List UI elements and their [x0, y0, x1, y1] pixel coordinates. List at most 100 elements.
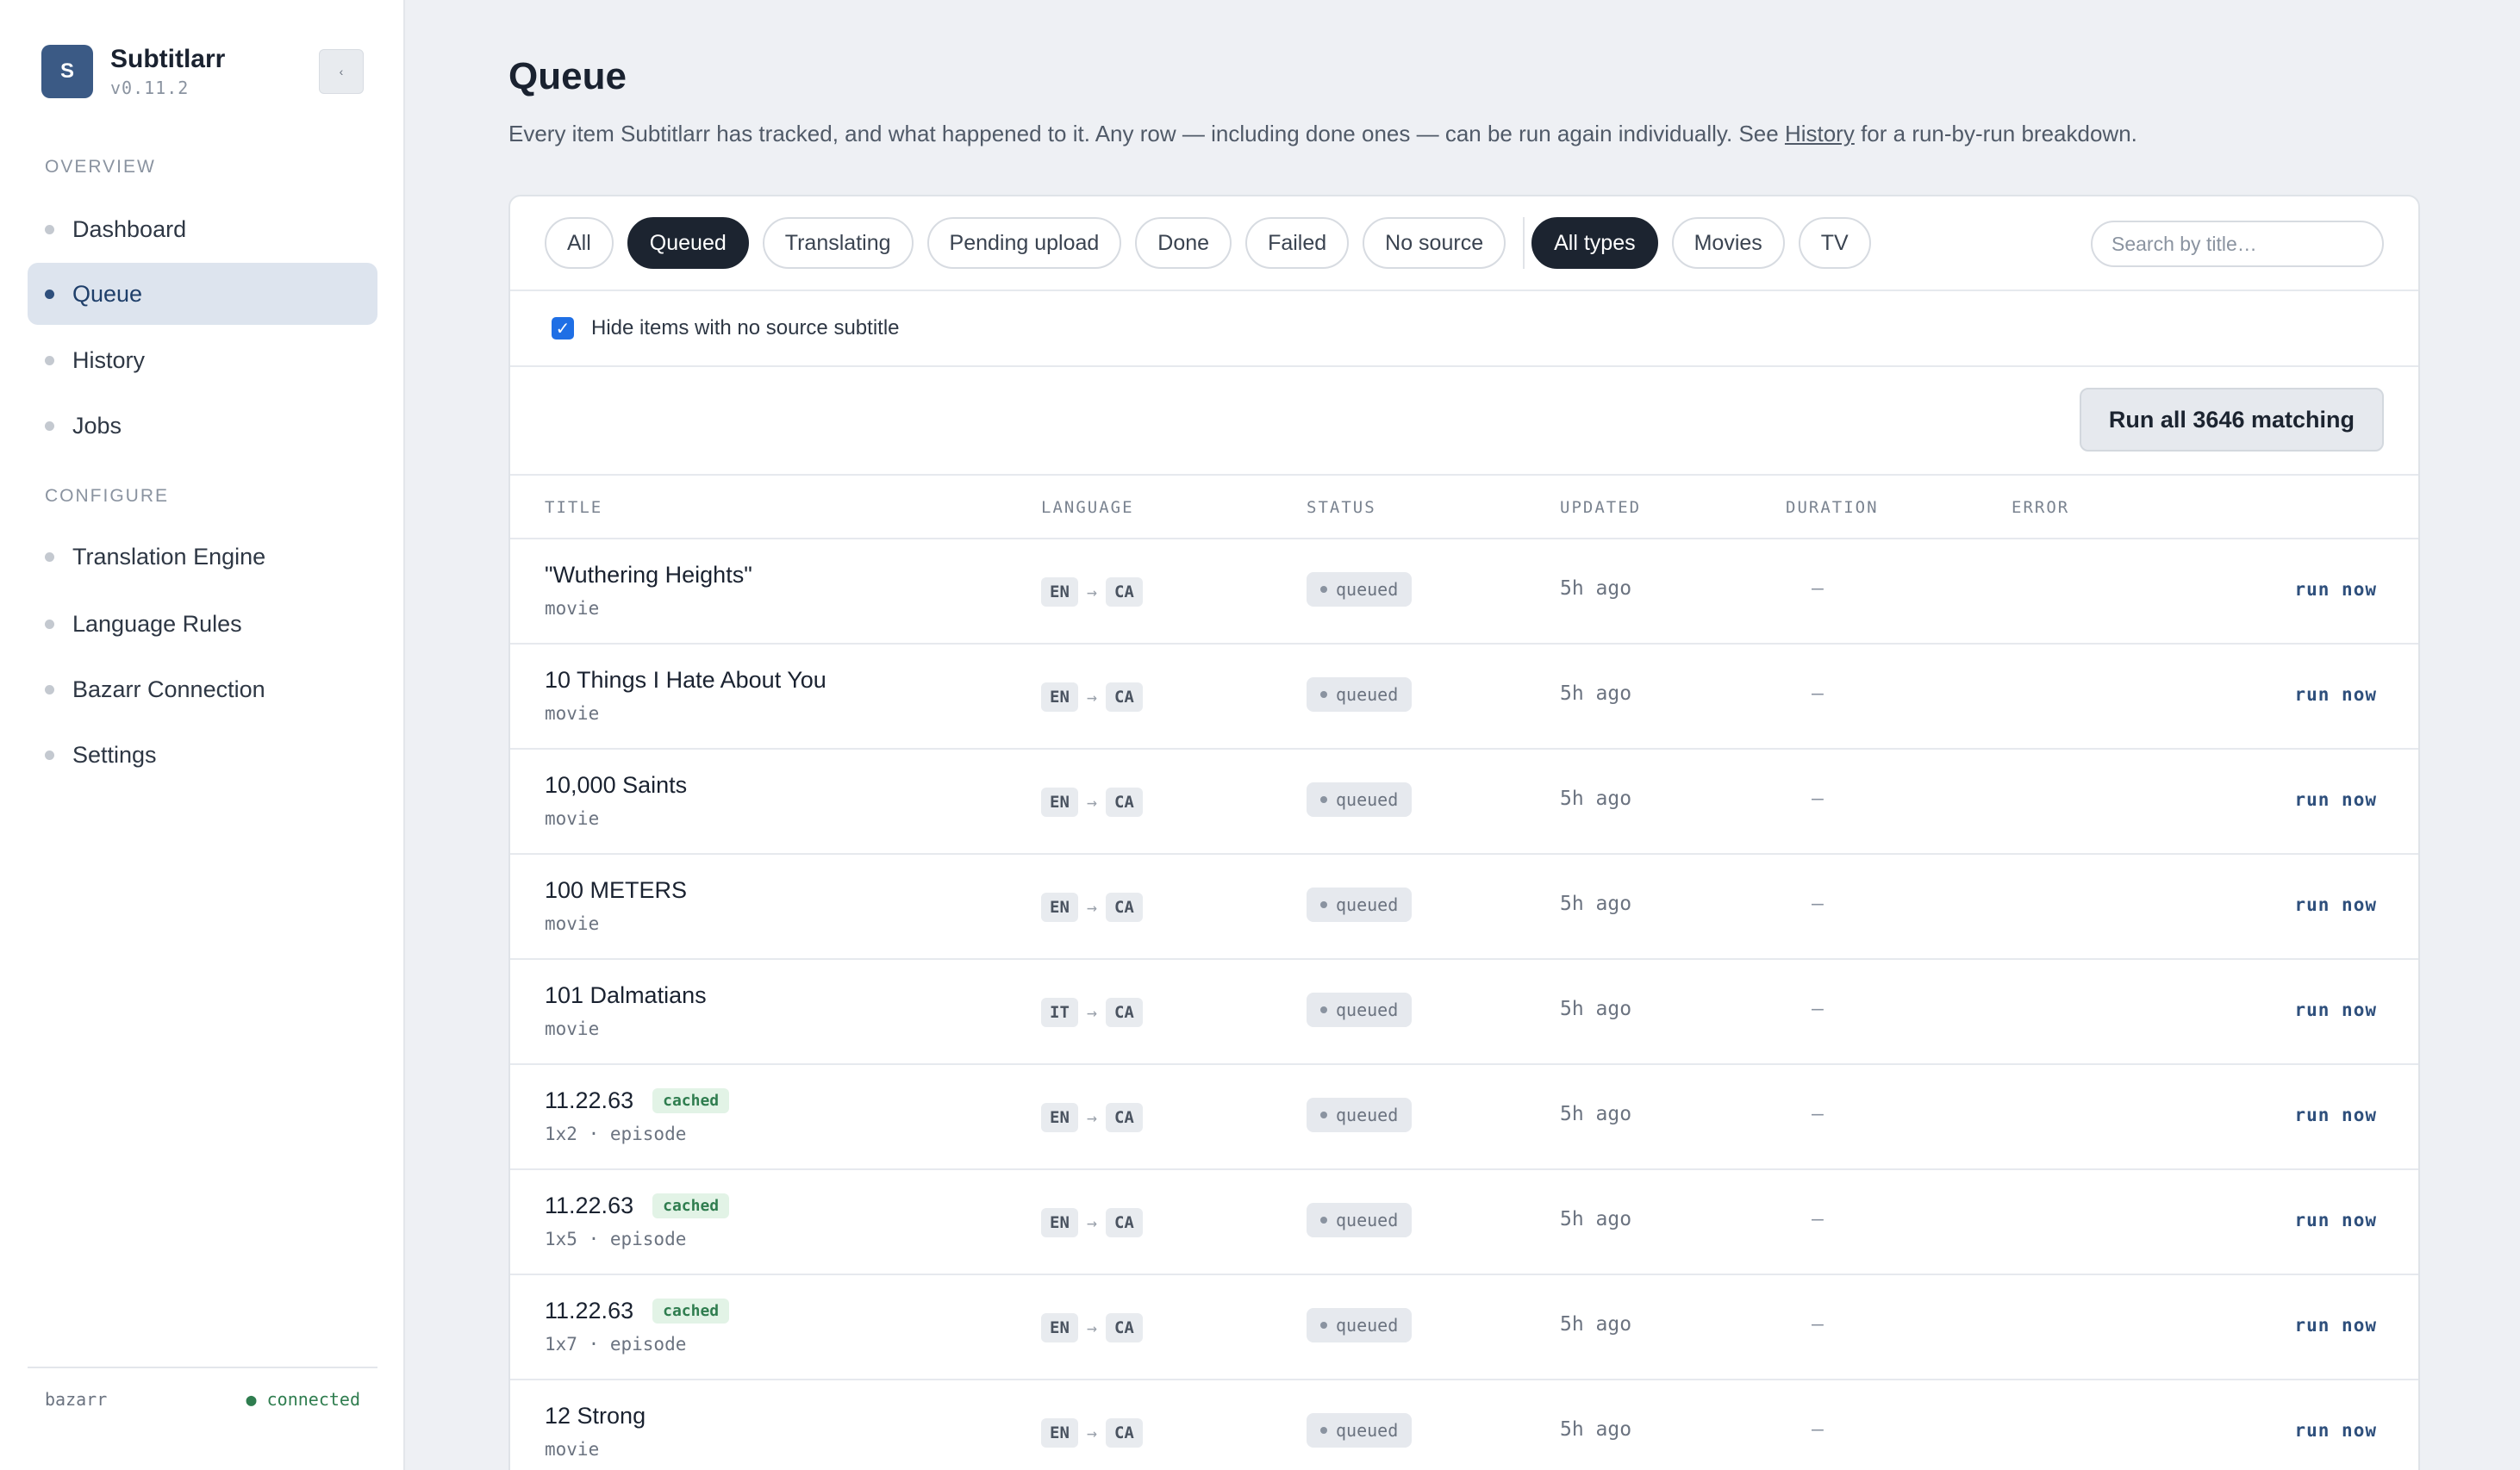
table-row: 11.22.63 cached 1x5 · episode EN → CA que…	[510, 1170, 2418, 1275]
type-chip-all-types[interactable]: All types	[1531, 217, 1658, 269]
duration-value: –	[1812, 788, 1824, 810]
connection-footer: bazarr ● connected	[28, 1367, 377, 1410]
app-version: v0.11.2	[110, 78, 190, 98]
filter-chip-translating[interactable]: Translating	[762, 217, 914, 269]
filter-divider	[1523, 217, 1525, 269]
brand-text: Subtitlarr v0.11.2	[110, 45, 225, 98]
filter-chip-all[interactable]: All	[545, 217, 614, 269]
target-language: CA	[1105, 682, 1143, 712]
sidebar-item-translation-engine[interactable]: Translation Engine	[28, 526, 377, 588]
row-subtitle: movie	[545, 1439, 600, 1460]
history-link[interactable]: History	[1785, 121, 1855, 146]
filter-bar: All Queued Translating Pending upload Do…	[510, 196, 2418, 291]
status-label: queued	[1336, 789, 1399, 810]
filter-chip-queued[interactable]: Queued	[627, 217, 749, 269]
language-pair: EN → CA	[1041, 893, 1143, 922]
connection-status: ● connected	[246, 1389, 360, 1410]
sidebar-item-history[interactable]: History	[28, 329, 377, 391]
status-label: queued	[1336, 894, 1399, 915]
bullet-icon	[45, 420, 54, 431]
updated-time: 5h ago	[1560, 1208, 1632, 1230]
status-badge: queued	[1307, 1413, 1413, 1448]
bullet-icon	[45, 684, 54, 695]
source-language: EN	[1041, 788, 1078, 817]
duration-value: –	[1812, 1418, 1824, 1441]
arrow-right-icon: →	[1086, 1002, 1097, 1023]
hide-no-source-checkbox[interactable]: ✓	[552, 317, 574, 339]
row-title: 100 METERS	[545, 877, 688, 903]
run-now-button[interactable]: run now	[2294, 894, 2377, 915]
column-header-title: TITLE	[545, 498, 603, 517]
source-language: EN	[1041, 1103, 1078, 1132]
arrow-right-icon: →	[1086, 1317, 1097, 1338]
filter-chip-done[interactable]: Done	[1135, 217, 1232, 269]
duration-value: –	[1812, 998, 1824, 1020]
sidebar-item-language-rules[interactable]: Language Rules	[28, 593, 377, 655]
arrow-right-icon: →	[1086, 582, 1097, 602]
row-subtitle: movie	[545, 913, 600, 934]
language-pair: EN → CA	[1041, 577, 1143, 607]
sidebar-item-bazarr-connection[interactable]: Bazarr Connection	[28, 658, 377, 720]
sidebar-item-jobs[interactable]: Jobs	[28, 395, 377, 457]
app-logo: S	[41, 45, 93, 98]
column-header-error: ERROR	[2012, 498, 2070, 517]
description-text-end: for a run-by-run breakdown.	[1854, 121, 2137, 146]
table-row: 101 Dalmatians movie IT → CA queued 5h a…	[510, 960, 2418, 1065]
row-title: 11.22.63	[545, 1193, 634, 1218]
updated-time: 5h ago	[1560, 1313, 1632, 1336]
sidebar-item-label: Translation Engine	[72, 543, 266, 570]
filter-chip-no-source[interactable]: No source	[1363, 217, 1506, 269]
status-dot-icon	[1320, 1112, 1327, 1118]
column-header-language: LANGUAGE	[1041, 498, 1134, 517]
arrow-right-icon: →	[1086, 792, 1097, 813]
run-now-button[interactable]: run now	[2294, 789, 2377, 810]
row-title-line: 10 Things I Hate About You	[545, 667, 826, 694]
status-label: queued	[1336, 1210, 1399, 1230]
table-row: 12 Strong movie EN → CA queued 5h ago – …	[510, 1380, 2418, 1470]
run-now-button[interactable]: run now	[2294, 1000, 2377, 1020]
bullet-icon	[45, 355, 54, 365]
connection-source: bazarr	[45, 1389, 108, 1410]
row-title-line: 10,000 Saints	[545, 772, 687, 799]
run-now-button[interactable]: run now	[2294, 579, 2377, 600]
row-title-line: "Wuthering Heights"	[545, 562, 752, 589]
sidebar-item-label: Dashboard	[72, 215, 187, 242]
status-badge: queued	[1307, 572, 1413, 607]
language-pair: EN → CA	[1041, 1418, 1143, 1448]
type-chip-movies[interactable]: Movies	[1671, 217, 1785, 269]
sidebar-item-dashboard[interactable]: Dashboard	[28, 198, 377, 260]
filter-chip-failed[interactable]: Failed	[1245, 217, 1350, 269]
collapse-sidebar-button[interactable]: ‹	[319, 49, 364, 94]
row-title-line: 101 Dalmatians	[545, 982, 707, 1009]
row-subtitle: movie	[545, 1018, 600, 1039]
sidebar-item-label: Language Rules	[72, 610, 242, 637]
sidebar-item-label: Settings	[72, 741, 157, 768]
status-badge: queued	[1307, 677, 1413, 712]
source-language: EN	[1041, 577, 1078, 607]
row-subtitle: movie	[545, 598, 600, 619]
filter-chip-pending-upload[interactable]: Pending upload	[926, 217, 1122, 269]
run-now-button[interactable]: run now	[2294, 1210, 2377, 1230]
bulk-action-row: Run all 3646 matching	[510, 367, 2418, 476]
run-now-button[interactable]: run now	[2294, 684, 2377, 705]
run-all-matching-button[interactable]: Run all 3646 matching	[2079, 388, 2384, 452]
type-chip-tv[interactable]: TV	[1798, 217, 1871, 269]
hide-no-source-label: Hide items with no source subtitle	[591, 316, 900, 339]
sidebar-item-queue[interactable]: Queue	[28, 263, 377, 325]
table-row: 11.22.63 cached 1x2 · episode EN → CA que…	[510, 1065, 2418, 1170]
row-subtitle: 1x5 · episode	[545, 1229, 687, 1249]
run-now-button[interactable]: run now	[2294, 1420, 2377, 1441]
arrow-right-icon: →	[1086, 897, 1097, 918]
row-subtitle: movie	[545, 808, 600, 829]
run-now-button[interactable]: run now	[2294, 1105, 2377, 1125]
status-dot-icon	[1320, 901, 1327, 908]
status-label: queued	[1336, 1105, 1399, 1125]
row-title-line: 100 METERS	[545, 877, 687, 904]
sidebar-item-settings[interactable]: Settings	[28, 724, 377, 786]
run-now-button[interactable]: run now	[2294, 1315, 2377, 1336]
status-dot-icon	[1320, 1427, 1327, 1434]
status-label: queued	[1336, 684, 1399, 705]
target-language: CA	[1105, 788, 1143, 817]
target-language: CA	[1105, 998, 1143, 1027]
search-input[interactable]	[2091, 221, 2384, 267]
